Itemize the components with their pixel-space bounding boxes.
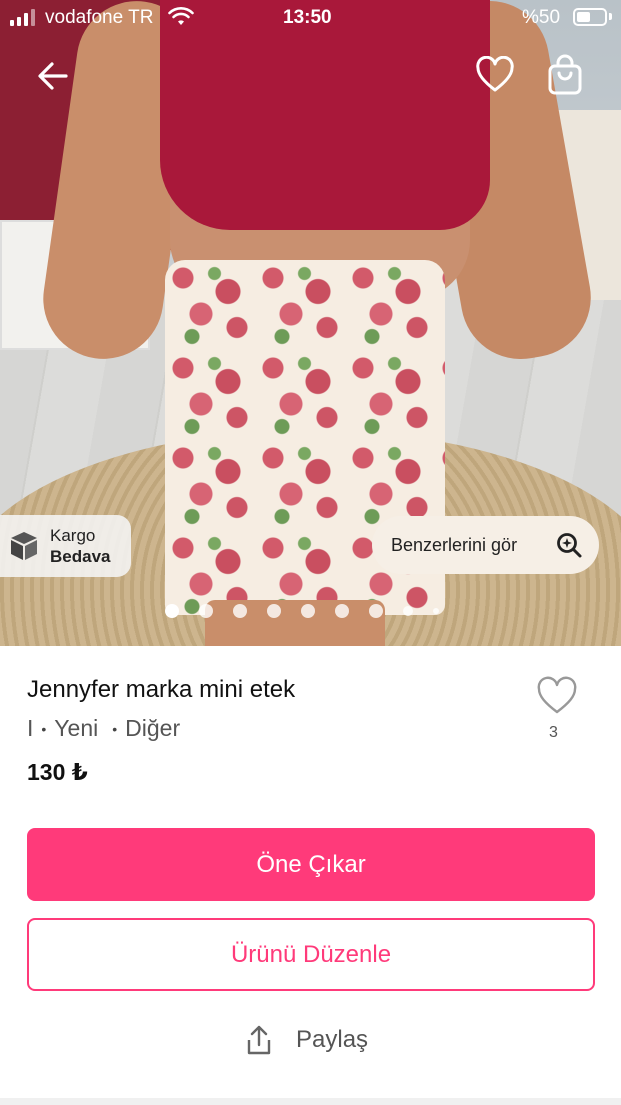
wifi-icon	[168, 7, 194, 25]
battery-percent: %50	[522, 7, 561, 28]
bottom-divider	[0, 1098, 621, 1105]
find-similar-button[interactable]: Benzerlerini gör	[372, 516, 599, 574]
share-button[interactable]: Paylaş	[244, 1024, 368, 1056]
clock: 13:50	[283, 7, 332, 28]
carousel-indicator[interactable]	[165, 604, 439, 618]
cargo-label: Kargo	[50, 526, 96, 545]
meta-separator: •	[41, 720, 47, 737]
product-meta: I • Yeni • Diğer	[27, 715, 180, 742]
carousel-dot[interactable]	[267, 604, 281, 618]
product-brand: Diğer	[125, 715, 181, 741]
shopping-bag-icon[interactable]	[545, 54, 585, 96]
carousel-dot[interactable]	[369, 604, 383, 618]
battery-cap	[609, 13, 612, 20]
meta-separator: •	[112, 720, 118, 737]
status-bar: vodafone TR 13:50 %50	[0, 0, 621, 36]
product-condition: Yeni	[54, 715, 99, 741]
search-sparkle-icon	[557, 533, 582, 558]
package-icon	[11, 532, 37, 560]
find-similar-label: Benzerlerini gör	[391, 534, 518, 555]
signal-icon	[10, 9, 35, 26]
carrier-label: vodafone TR	[45, 7, 154, 28]
share-icon	[247, 1025, 271, 1055]
like-count: 3	[549, 724, 558, 741]
carousel-dot[interactable]	[301, 604, 315, 618]
share-label: Paylaş	[296, 1026, 369, 1053]
product-size: I	[27, 715, 34, 741]
product-title: Jennyfer marka mini etek	[27, 676, 296, 703]
arrow-left-icon[interactable]	[34, 58, 74, 94]
cargo-free-label: Bedava	[50, 547, 111, 566]
heart-icon[interactable]	[475, 56, 515, 94]
battery-icon	[573, 8, 607, 26]
promote-button[interactable]: Öne Çıkar	[27, 828, 595, 901]
carousel-dot[interactable]	[233, 604, 247, 618]
carousel-dot[interactable]	[403, 606, 413, 616]
carousel-dot[interactable]	[199, 604, 213, 618]
product-price: 130 ₺	[27, 759, 88, 785]
like-heart-icon[interactable]	[536, 676, 578, 716]
free-shipping-badge: Kargo Bedava	[0, 515, 131, 577]
carousel-dot[interactable]	[335, 604, 349, 618]
edit-product-button[interactable]: Ürünü Düzenle	[27, 918, 595, 991]
carousel-dot[interactable]	[165, 604, 179, 618]
carousel-dot[interactable]	[433, 608, 439, 614]
